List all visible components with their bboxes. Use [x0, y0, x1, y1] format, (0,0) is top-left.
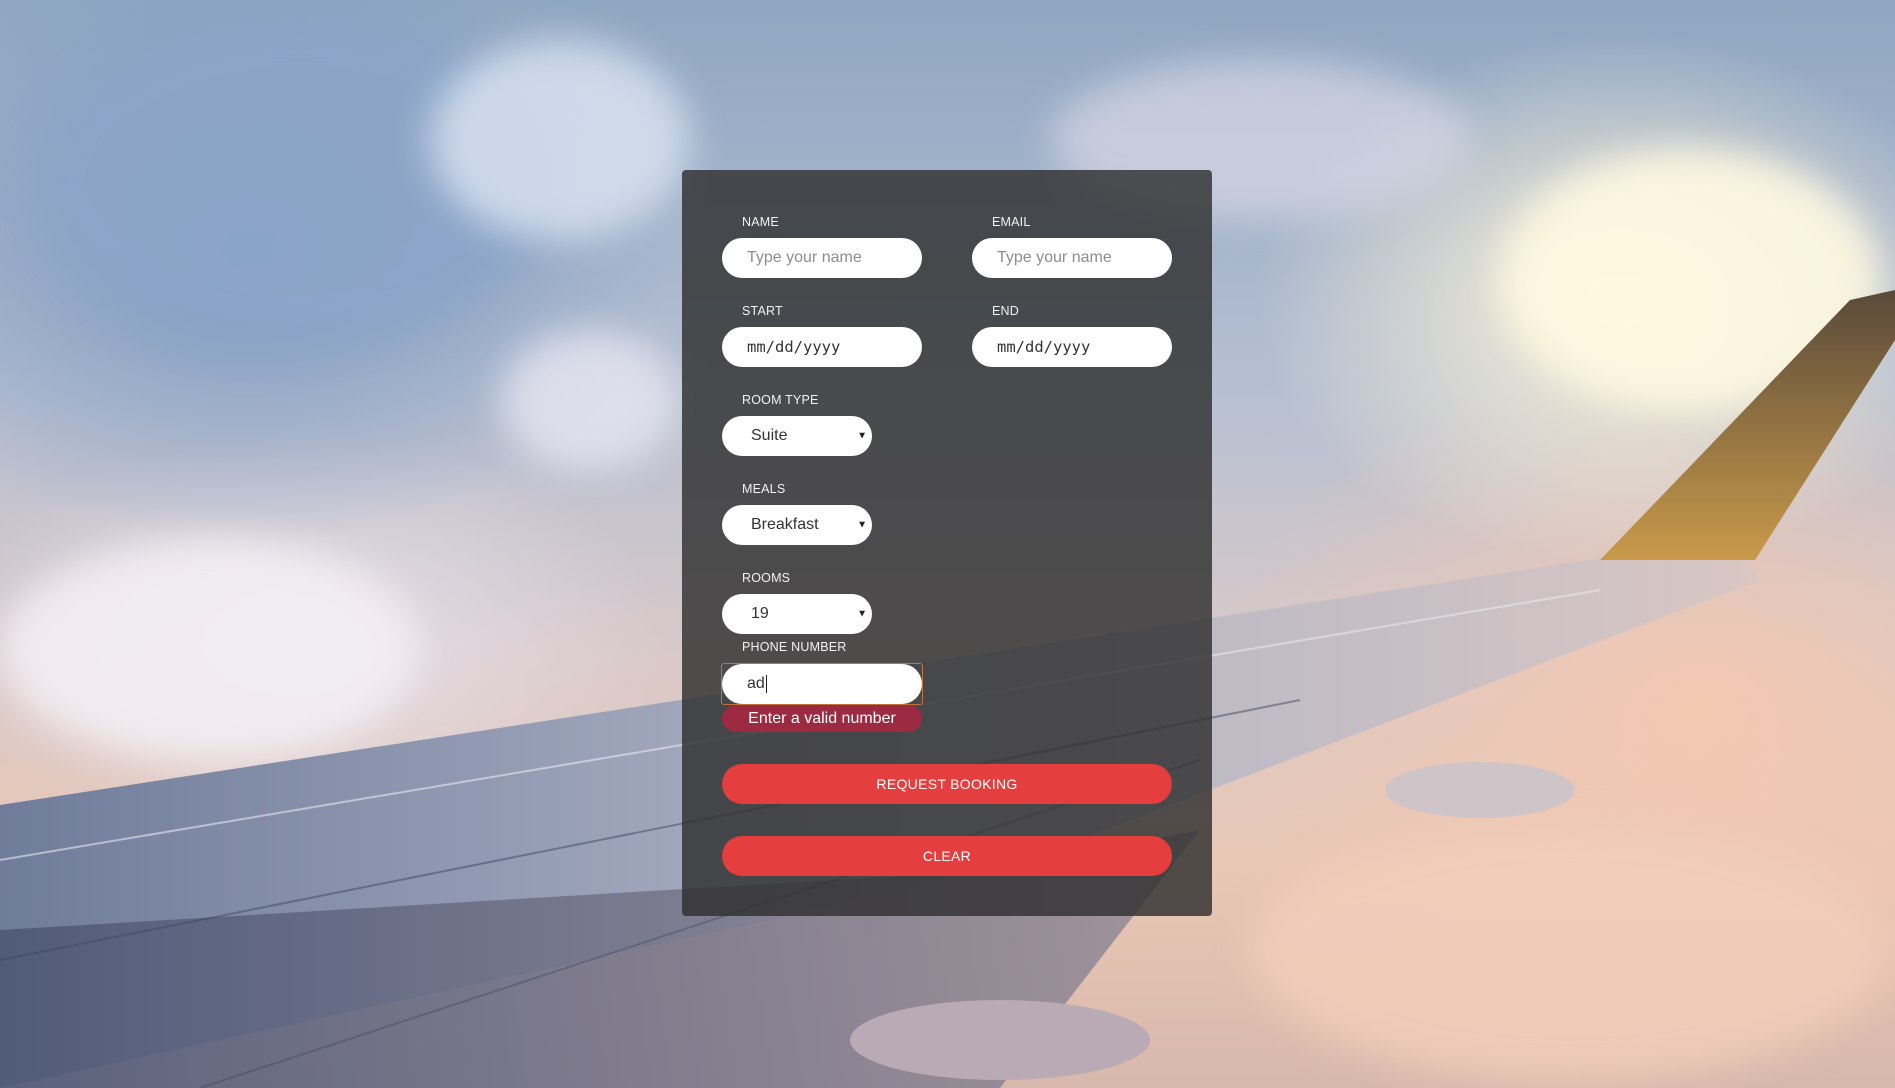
meals-label: MEALS [742, 482, 786, 496]
meals-value: Breakfast [751, 516, 819, 533]
name-label: NAME [742, 215, 779, 229]
name-input[interactable]: Type your name [722, 238, 922, 278]
text-caret [765, 675, 767, 693]
end-label: END [992, 304, 1019, 318]
rooms-label: ROOMS [742, 571, 791, 585]
phone-label: PHONE NUMBER [742, 640, 847, 654]
rooms-select[interactable]: 19 ▼ [722, 594, 872, 634]
start-label: START [742, 304, 783, 318]
meals-select[interactable]: Breakfast ▼ [722, 505, 872, 545]
clear-button[interactable]: CLEAR [722, 836, 1172, 876]
chevron-down-icon: ▼ [857, 519, 867, 531]
chevron-down-icon: ▼ [857, 430, 867, 442]
start-date-input[interactable]: mm/dd/yyyy [722, 327, 922, 367]
phone-error-message: Enter a valid number [722, 705, 922, 732]
room-type-value: Suite [751, 427, 788, 444]
end-date-input[interactable]: mm/dd/yyyy [972, 327, 1172, 367]
rooms-value: 19 [751, 605, 769, 622]
room-type-label: ROOM TYPE [742, 393, 819, 407]
email-label: EMAIL [992, 215, 1031, 229]
phone-input[interactable]: ad [722, 664, 922, 704]
room-type-select[interactable]: Suite ▼ [722, 416, 872, 456]
email-input[interactable]: Type your name [972, 238, 1172, 278]
request-booking-button[interactable]: REQUEST BOOKING [722, 764, 1172, 804]
phone-value: ad [747, 675, 765, 692]
chevron-down-icon: ▼ [857, 608, 867, 620]
